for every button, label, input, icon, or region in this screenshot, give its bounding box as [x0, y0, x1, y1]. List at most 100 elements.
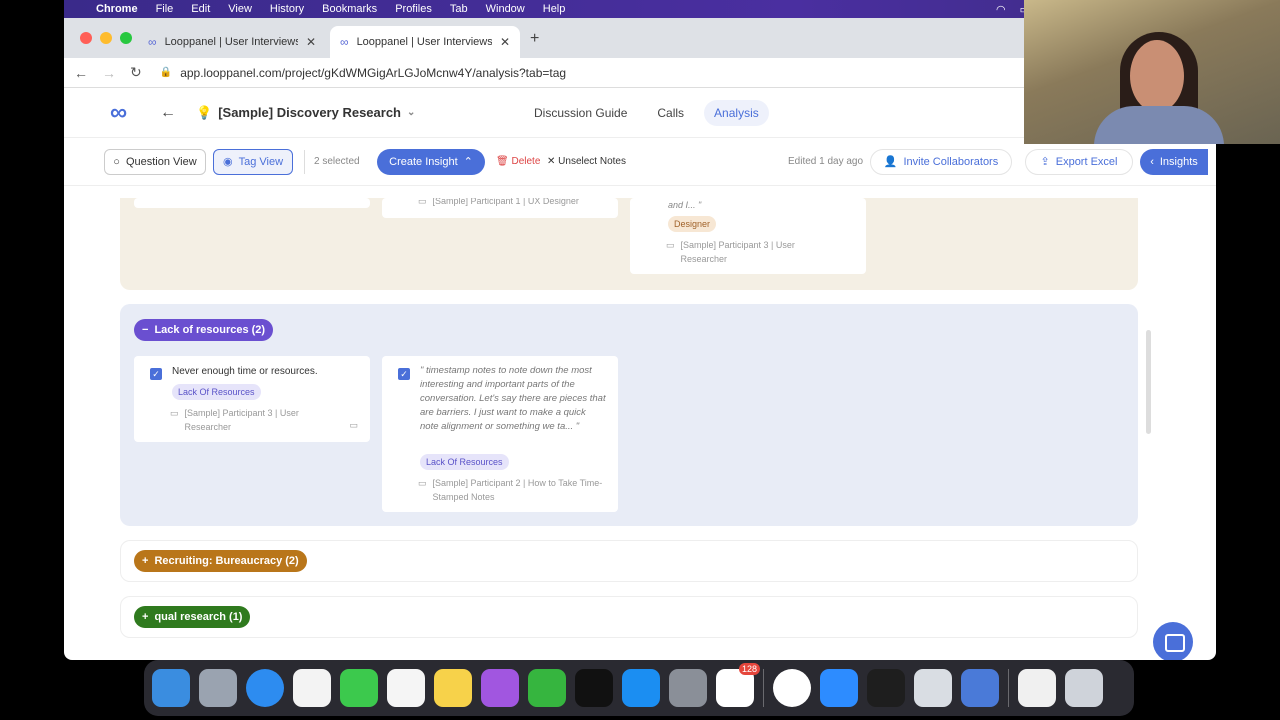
radio-empty-icon: ○ [113, 155, 120, 168]
menu-file[interactable]: File [156, 3, 174, 15]
zoom-icon[interactable] [820, 669, 858, 707]
menu-chrome[interactable]: Chrome [96, 3, 138, 15]
tab-calls[interactable]: Calls [647, 100, 694, 126]
chrome-icon[interactable] [773, 669, 811, 707]
note-checkbox[interactable]: ✓ [398, 368, 410, 380]
dock-divider [763, 669, 764, 707]
radio-selected-icon: ◉ [222, 156, 233, 168]
figma-icon[interactable] [867, 669, 905, 707]
tag-chip[interactable]: Lack Of Resources [420, 454, 509, 470]
insights-button[interactable]: ‹ Insights [1140, 148, 1208, 175]
tag-view-button[interactable]: ◉ Tag View [213, 148, 293, 175]
launchpad-icon[interactable] [199, 669, 237, 707]
tab-discussion-guide[interactable]: Discussion Guide [524, 100, 637, 126]
project-title: [Sample] Discovery Research [218, 105, 401, 120]
apple-tv-icon[interactable] [575, 669, 613, 707]
tag-section-toggle[interactable]: + Recruiting: Bureaucracy (2) [134, 550, 307, 572]
export-excel-button[interactable]: ⇪ Export Excel [1025, 148, 1133, 175]
photos-icon[interactable] [293, 669, 331, 707]
note-card[interactable]: ▭ [Sample] Participant 1 | UX Designer [382, 198, 618, 218]
tag-section-toggle[interactable]: − Lack of resources (2) [134, 319, 274, 341]
person-body [1094, 106, 1224, 144]
question-view-label: Question View [125, 155, 197, 168]
app-store-icon[interactable] [622, 669, 660, 707]
video-play-icon[interactable]: ▭ [349, 420, 358, 431]
menu-window[interactable]: Window [486, 3, 525, 15]
note-card[interactable] [134, 198, 370, 208]
numbers-icon[interactable] [528, 669, 566, 707]
window-controls [80, 32, 132, 44]
tag-chip[interactable]: Lack Of Resources [172, 384, 261, 400]
minimize-window-button[interactable] [100, 32, 112, 44]
note-card[interactable]: and I... " Designer ▭ [Sample] Participa… [630, 198, 866, 274]
create-insight-button[interactable]: Create Insight ⌃ [377, 148, 485, 175]
forward-arrow-icon[interactable]: → [102, 65, 116, 81]
tag-section-qual-research: + qual research (1) [120, 596, 1138, 638]
notes-icon[interactable] [434, 669, 472, 707]
system-preferences-icon[interactable] [669, 669, 707, 707]
zoom-window-button[interactable] [120, 32, 132, 44]
section-title: Lack of resources (2) [154, 324, 266, 336]
chat-support-button[interactable] [1153, 622, 1193, 660]
reminders-icon[interactable] [387, 669, 425, 707]
browser-tab-2[interactable]: ∞ Looppanel | User Interviews to ✕ [330, 26, 520, 58]
video-call-overlay [1024, 0, 1280, 144]
browser-tab-1[interactable]: ∞ Looppanel | User Interviews to ✕ [138, 26, 326, 58]
note-card[interactable]: ✓ Never enough time or resources. Lack O… [134, 356, 370, 442]
tag-section-above: ▭ [Sample] Participant 1 | UX Designer a… [120, 198, 1138, 290]
tab-analysis[interactable]: Analysis [704, 99, 769, 126]
wifi-icon[interactable]: ◠ [996, 3, 1006, 16]
finder-icon[interactable] [152, 669, 190, 707]
tag-section-toggle[interactable]: + qual research (1) [134, 606, 251, 628]
close-tab-icon[interactable]: ✕ [500, 35, 510, 49]
quicktime-icon[interactable] [961, 669, 999, 707]
trash-icon[interactable] [1065, 669, 1103, 707]
close-tab-icon[interactable]: ✕ [306, 35, 316, 49]
menu-profiles[interactable]: Profiles [395, 3, 432, 15]
note-checkbox[interactable]: ✓ [150, 368, 162, 380]
tag-section-lack-of-resources: − Lack of resources (2) ✓ Never enough t… [120, 304, 1138, 526]
preview-icon[interactable] [914, 669, 952, 707]
chevron-left-icon: ‹ [1150, 155, 1154, 168]
facetime-icon[interactable] [340, 669, 378, 707]
safari-icon[interactable] [246, 669, 284, 707]
section-title: Recruiting: Bureaucracy (2) [154, 555, 299, 567]
expand-icon: + [142, 555, 149, 567]
question-view-button[interactable]: ○ Question View [104, 148, 206, 175]
menu-bookmarks[interactable]: Bookmarks [322, 3, 377, 15]
menu-edit[interactable]: Edit [191, 3, 210, 15]
close-window-button[interactable] [80, 32, 92, 44]
dock-divider [1008, 669, 1009, 707]
note-meta: ▭ [Sample] Participant 3 | User Research… [666, 238, 826, 266]
tag-chip[interactable]: Designer [668, 216, 717, 232]
menu-history[interactable]: History [270, 3, 304, 15]
reload-icon[interactable]: ↻ [130, 64, 142, 81]
invite-collaborators-button[interactable]: 👤 Invite Collaborators [870, 148, 1012, 175]
section-title: qual research (1) [154, 611, 243, 623]
app-nav: Discussion Guide Calls Analysis [524, 99, 769, 126]
back-icon[interactable]: ← [160, 104, 176, 122]
scrollbar[interactable] [1146, 330, 1151, 434]
note-card[interactable]: ✓ " timestamp notes to note down the mos… [382, 356, 618, 512]
delete-button[interactable]: 🗑 Delete [496, 156, 540, 167]
menu-view[interactable]: View [228, 3, 252, 15]
mac-dock: 128 [144, 660, 1134, 716]
new-tab-icon[interactable]: + [530, 30, 539, 48]
url-field[interactable]: 🔒 app.looppanel.com/project/gKdWMGigArLG… [160, 66, 566, 80]
unselect-notes-button[interactable]: ✕ Unselect Notes [547, 156, 626, 167]
document-icon[interactable] [1018, 669, 1056, 707]
person-face [1130, 40, 1184, 112]
menu-help[interactable]: Help [543, 3, 566, 15]
note-quote: " timestamp notes to note down the most … [420, 365, 606, 432]
back-arrow-icon[interactable]: ← [74, 65, 88, 81]
project-selector[interactable]: 💡 [Sample] Discovery Research ⌄ [196, 105, 415, 121]
analysis-toolbar: ○ Question View ◉ Tag View 2 selected Cr… [64, 138, 1216, 186]
slack-icon[interactable]: 128 [716, 663, 760, 707]
podcasts-icon[interactable] [481, 669, 519, 707]
menu-tab[interactable]: Tab [450, 3, 468, 15]
edited-status: Edited 1 day ago [788, 156, 864, 167]
video-icon: ▭ [418, 198, 427, 206]
looppanel-logo-icon[interactable]: ∞ [110, 99, 127, 127]
lock-icon: 🔒 [159, 67, 173, 78]
meta-text: [Sample] Participant 2 | How to Take Tim… [432, 478, 603, 502]
